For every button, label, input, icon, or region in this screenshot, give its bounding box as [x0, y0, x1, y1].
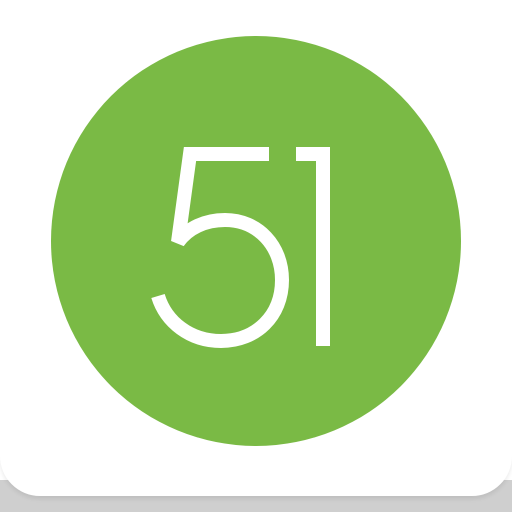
app-icon[interactable] — [0, 0, 512, 496]
logo-51-icon — [51, 36, 461, 446]
green-circle — [51, 36, 461, 446]
screen — [0, 0, 512, 512]
